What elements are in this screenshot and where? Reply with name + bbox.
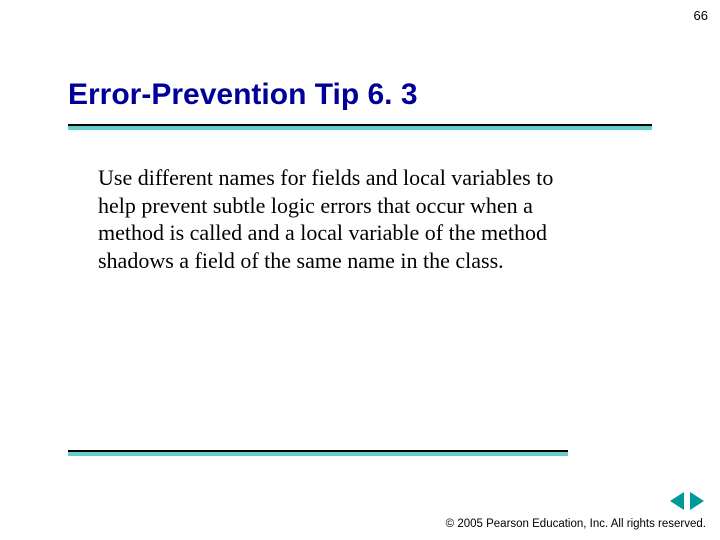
slide-nav: [670, 492, 704, 510]
page-number: 66: [694, 8, 708, 23]
body-text: Use different names for fields and local…: [98, 164, 578, 274]
prev-slide-icon[interactable]: [670, 492, 684, 510]
slide-title: Error-Prevention Tip 6. 3: [68, 78, 418, 112]
bottom-rule-accent: [68, 452, 568, 456]
title-rule-accent: [68, 126, 652, 130]
slide: 66 Error-Prevention Tip 6. 3 Use differe…: [0, 0, 720, 540]
copyright-text: © 2005 Pearson Education, Inc. All right…: [446, 518, 706, 530]
next-slide-icon[interactable]: [690, 492, 704, 510]
